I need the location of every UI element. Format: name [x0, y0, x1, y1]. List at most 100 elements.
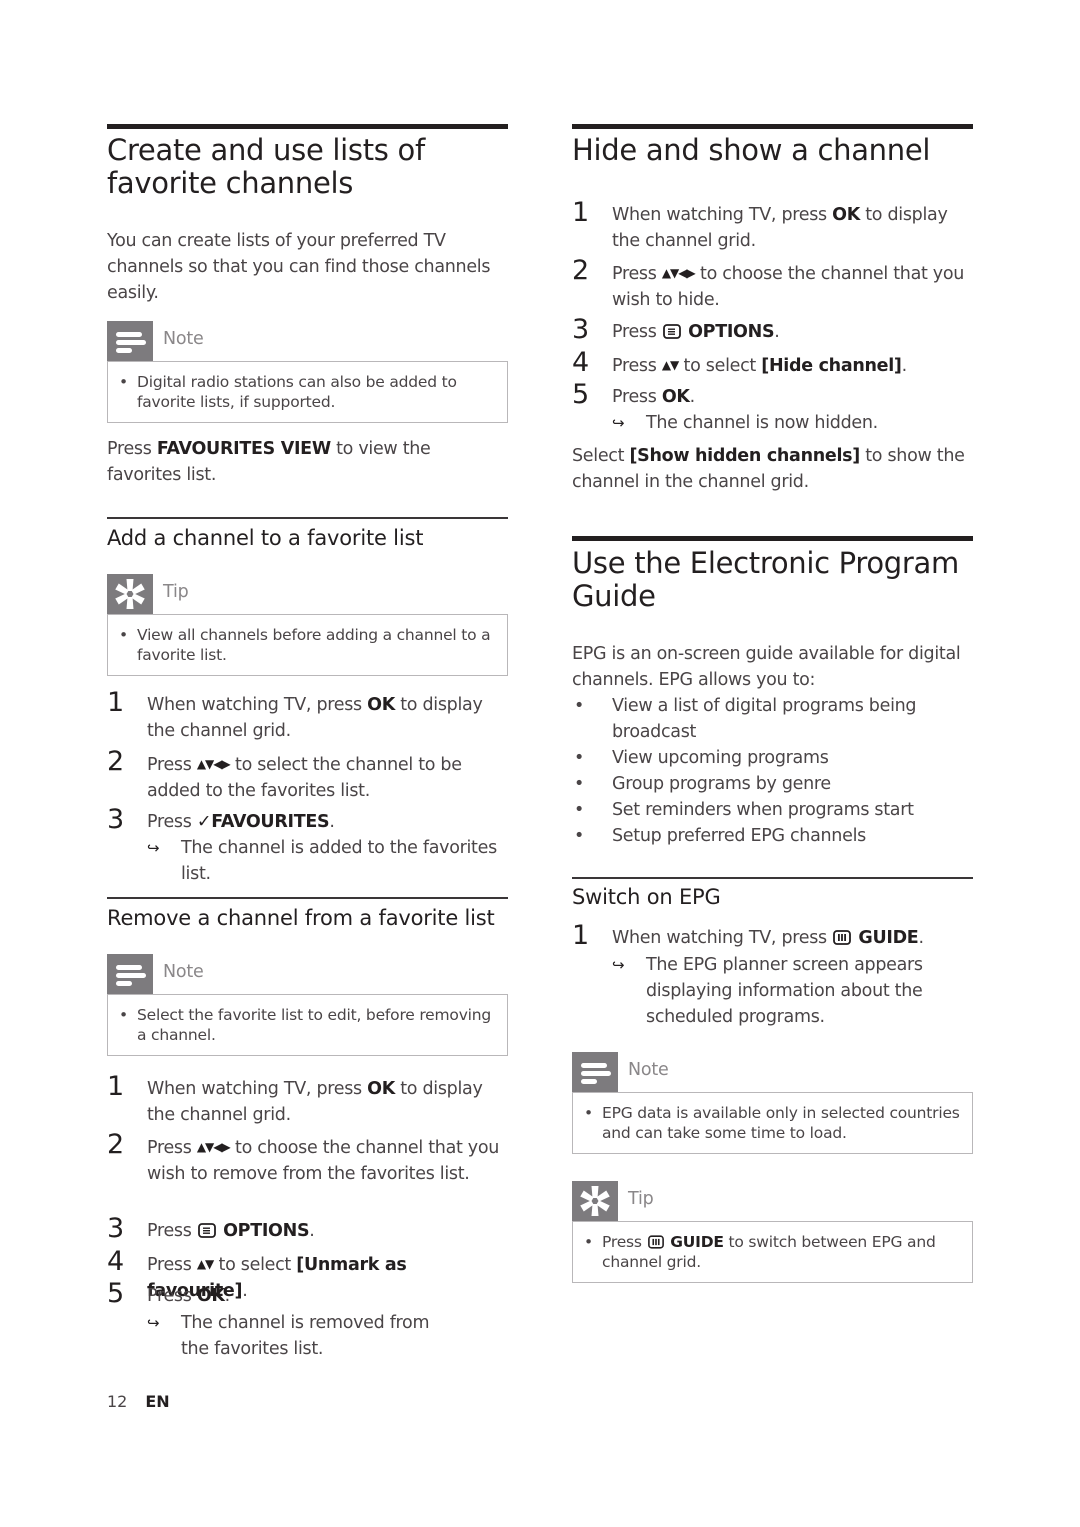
tip-text: Press GUIDE to switch between EPG and ch… — [602, 1232, 962, 1272]
section-title-hide-show: Hide and show a channel — [572, 133, 931, 167]
show-hidden-instruction: Select [Show hidden channels] to show th… — [572, 443, 973, 495]
note-text: Digital radio stations can also be added… — [137, 373, 457, 411]
guide-button-icon — [647, 1235, 664, 1249]
step: 5 Press OK. — [572, 380, 973, 410]
list-item-text: Setup preferred EPG channels — [612, 826, 866, 846]
favorites-intro: You can create lists of your preferred T… — [107, 231, 491, 303]
text: Press — [612, 387, 662, 407]
step: 1 When watching TV, press OK to display … — [572, 198, 973, 254]
step: 3 Press ✓FAVOURITES. — [107, 805, 508, 835]
step-result: ↪ The channel is removed from the favori… — [147, 1310, 447, 1362]
up-down-arrows-icon: ▲▼ — [196, 1257, 214, 1271]
page-number: 12 — [107, 1392, 128, 1411]
text: . — [774, 322, 780, 342]
favourites-view-instruction: Press FAVOURITES VIEW to view the favori… — [107, 436, 508, 488]
step-number: 2 — [107, 746, 124, 777]
tip-label: Tip — [628, 1189, 654, 1209]
section-title-epg: Use the Electronic Program Guide — [572, 546, 959, 613]
language-code: EN — [145, 1392, 170, 1411]
note-icon — [107, 321, 153, 361]
step-result: ↪ The channel is now hidden. — [612, 410, 982, 436]
bullet: • — [119, 1006, 128, 1024]
list-item: • View a list of digital programs being b… — [572, 693, 973, 745]
menu-option-hide-channel: [Hide channel] — [761, 356, 902, 376]
text: Select — [572, 446, 630, 466]
tip-box: Tip • View all channels before adding a … — [107, 574, 508, 676]
bullet: • — [119, 373, 128, 391]
note-icon — [572, 1052, 618, 1092]
note-icon — [107, 954, 153, 994]
guide-button-icon — [833, 930, 852, 945]
text: . — [918, 928, 924, 948]
navigation-arrows-icon: ▲▼◀▶ — [196, 1140, 231, 1154]
tip-icon — [107, 574, 153, 614]
result-text: The EPG planner screen appears displayin… — [646, 955, 923, 1027]
text: Press — [612, 264, 662, 284]
step-number: 1 — [107, 687, 124, 718]
text: Press — [147, 755, 197, 775]
step-number: 3 — [107, 1213, 124, 1244]
note-text: EPG data is available only in selected c… — [602, 1104, 960, 1142]
list-item-text: View upcoming programs — [612, 748, 829, 768]
epg-feature-list: • View a list of digital programs being b… — [572, 693, 973, 849]
note-label: Note — [163, 962, 204, 982]
result-arrow-icon: ↪ — [147, 839, 160, 857]
step: 1 When watching TV, press OK to display … — [107, 688, 508, 744]
text: When watching TV, press — [612, 928, 833, 948]
list-item: • Setup preferred EPG channels — [572, 823, 973, 849]
subsection-title-add: Add a channel to a favorite list — [107, 526, 424, 550]
key-guide: GUIDE — [670, 1233, 724, 1251]
key-options: OPTIONS — [688, 322, 775, 342]
result-arrow-icon: ↪ — [612, 414, 625, 432]
step-number: 2 — [572, 255, 589, 286]
step-number: 1 — [572, 920, 589, 951]
step-number: 1 — [572, 197, 589, 228]
step: 2 Press ▲▼◀▶ to choose the channel that … — [572, 256, 973, 313]
note-box: Note • EPG data is available only in sel… — [572, 1052, 973, 1154]
menu-option-show-hidden: [Show hidden channels] — [629, 446, 860, 466]
subsection-title-remove: Remove a channel from a favorite list — [107, 906, 495, 930]
key-ok: OK — [661, 387, 690, 407]
section-rule — [572, 124, 973, 129]
result-text: The channel is now hidden. — [646, 413, 878, 433]
epg-intro: EPG is an on-screen guide available for … — [572, 644, 961, 690]
step-number: 4 — [107, 1246, 124, 1277]
subsection-rule — [107, 897, 508, 899]
text: . — [689, 387, 696, 407]
note-text: Select the favorite list to edit, before… — [137, 1006, 492, 1044]
note-label: Note — [163, 329, 204, 349]
text: Press — [612, 356, 662, 376]
bullet: • — [584, 1104, 593, 1122]
list-item: • Set reminders when programs start — [572, 797, 973, 823]
text: When watching TV, press — [612, 205, 833, 225]
tip-label: Tip — [163, 582, 189, 602]
step-number: 3 — [107, 804, 124, 835]
key-guide: GUIDE — [858, 928, 919, 948]
subsection-rule — [107, 517, 508, 519]
step: 2 Press ▲▼◀▶ to choose the channel that … — [107, 1130, 508, 1187]
text: Press — [147, 1221, 197, 1241]
key-favourites: ✓FAVOURITES — [196, 812, 330, 832]
tip-box: Tip • Press GUIDE to switch between EPG … — [572, 1181, 973, 1283]
step: 3 Press OPTIONS. — [107, 1214, 508, 1244]
key-ok: OK — [832, 205, 860, 225]
step-number: 2 — [107, 1129, 124, 1160]
list-item-text: Group programs by genre — [612, 774, 831, 794]
step-number: 1 — [107, 1071, 124, 1102]
step: 5 Press OK. — [107, 1279, 508, 1309]
options-button-icon — [662, 324, 681, 339]
text: When watching TV, press — [147, 1079, 368, 1099]
key-ok: OK — [367, 1079, 395, 1099]
text: . — [329, 812, 335, 832]
key-options: OPTIONS — [223, 1221, 310, 1241]
list-item-text: Set reminders when programs start — [612, 800, 914, 820]
text: to select — [213, 1255, 297, 1275]
step: 3 Press OPTIONS. — [572, 315, 973, 345]
result-arrow-icon: ↪ — [147, 1314, 160, 1332]
tip-text: View all channels before adding a channe… — [137, 626, 491, 664]
step: 2 Press ▲▼◀▶ to select the channel to be… — [107, 747, 508, 804]
section-rule — [572, 536, 973, 541]
text: Press — [147, 1286, 197, 1306]
subsection-rule — [572, 877, 973, 879]
step-number: 3 — [572, 314, 589, 345]
